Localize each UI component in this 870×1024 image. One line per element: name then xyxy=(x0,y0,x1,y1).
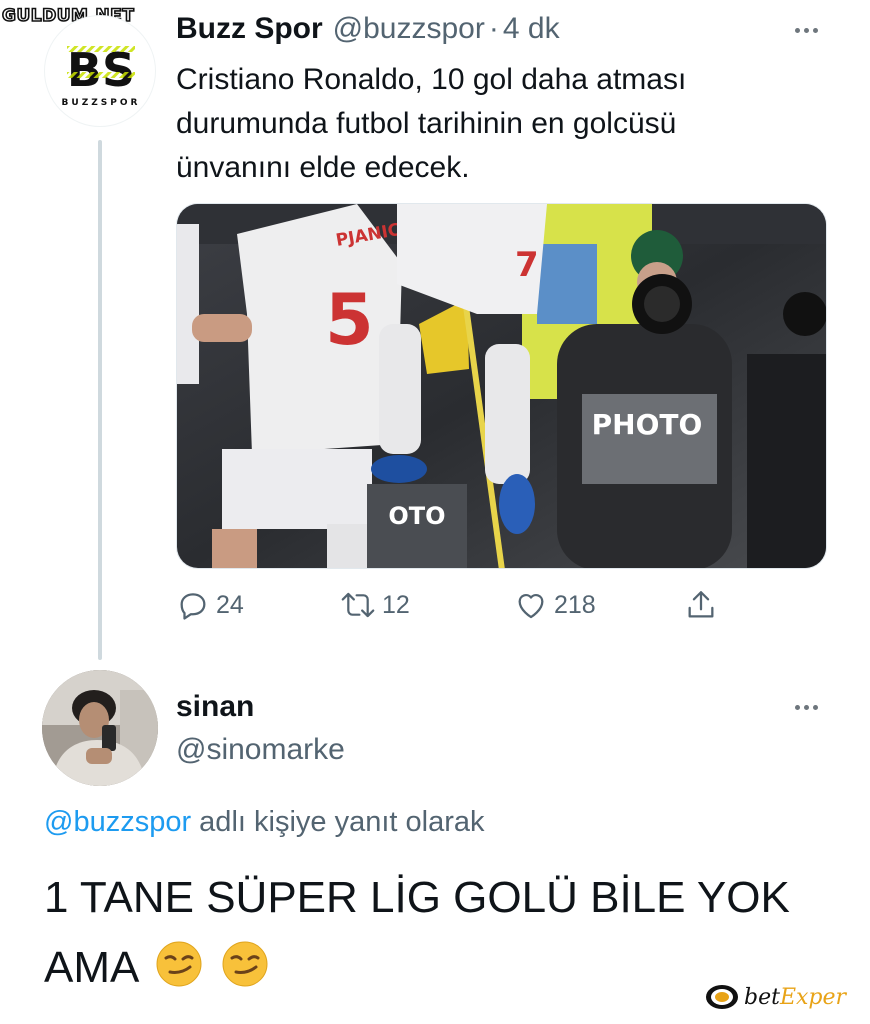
retweet-count: 12 xyxy=(382,590,410,619)
smirking-face-icon xyxy=(156,941,202,987)
jersey-number-right: 7 xyxy=(515,245,539,285)
replying-to-text: adlı kişiye yanıt olarak xyxy=(191,806,485,838)
like-icon[interactable] xyxy=(514,588,548,622)
jersey-number-left: 5 xyxy=(325,279,374,361)
tweet-actions: 24 12 218 xyxy=(176,588,736,626)
more-icon[interactable] xyxy=(795,28,818,33)
user-photo xyxy=(42,670,158,786)
reply-text: 1 TANE SÜPER LİG GOLÜ BİLE YOK AMA xyxy=(44,863,790,1003)
share-action[interactable] xyxy=(684,588,718,622)
reply-count: 24 xyxy=(216,590,244,619)
author-handle[interactable]: @buzzspor xyxy=(333,12,485,46)
brand-name: betExper xyxy=(744,985,846,1010)
reply-more-icon[interactable] xyxy=(795,705,818,710)
tweet-text-line: ünvanını elde edecek. xyxy=(176,151,470,184)
tweet-text: Cristiano Ronaldo, 10 gol daha atması du… xyxy=(176,58,816,190)
avatar-caption: BUZZSPOR xyxy=(62,98,141,108)
reply-author-handle[interactable]: @sinomarke xyxy=(176,733,345,767)
user-avatar[interactable] xyxy=(42,670,158,786)
tweet-text-line: Cristiano Ronaldo, 10 gol daha atması xyxy=(176,63,687,96)
retweet-action[interactable]: 12 xyxy=(340,588,410,622)
tweet-text-line: durumunda futbol tarihinin en golcüsü xyxy=(176,107,677,140)
vest-photo-label: PHOTO xyxy=(592,408,703,441)
like-action[interactable]: 218 xyxy=(514,588,596,622)
thread-connector-line xyxy=(98,140,102,660)
buzzspor-logo: BS BUZZSPOR xyxy=(62,43,141,108)
replying-to: @buzzspor adlı kişiye yanıt olarak xyxy=(44,806,484,839)
smirking-face-icon xyxy=(222,941,268,987)
vest-photo-label-2: OTO xyxy=(388,502,445,530)
chip-logo-icon xyxy=(706,985,738,1009)
tweet-header: Buzz Spor @buzzspor · 4 dk xyxy=(176,12,560,46)
brand-accent: Exper xyxy=(779,984,847,1010)
replying-to-mention[interactable]: @buzzspor xyxy=(44,806,191,838)
buzzspor-avatar[interactable]: BS BUZZSPOR xyxy=(44,15,156,127)
reply-author-name[interactable]: sinan xyxy=(176,690,254,724)
share-icon[interactable] xyxy=(684,588,718,622)
tweet-photo[interactable]: PHOTO PJANIC 5 7 OTO xyxy=(176,203,827,569)
brand-prefix: bet xyxy=(744,984,780,1010)
betexper-watermark: betExper xyxy=(704,982,846,1012)
football-photo-illustration: PHOTO PJANIC 5 7 OTO xyxy=(177,204,826,568)
reply-icon[interactable] xyxy=(176,588,210,622)
tweet-time[interactable]: 4 dk xyxy=(503,12,560,46)
separator-dot: · xyxy=(488,12,499,45)
like-count: 218 xyxy=(554,590,596,619)
reply-action[interactable]: 24 xyxy=(176,588,244,622)
reply-text-word: AMA xyxy=(44,943,137,992)
retweet-icon[interactable] xyxy=(340,588,376,622)
author-name[interactable]: Buzz Spor xyxy=(176,12,323,46)
reply-text-line-1: 1 TANE SÜPER LİG GOLÜ BİLE YOK xyxy=(44,873,790,922)
reply-text-line-2: AMA xyxy=(44,933,790,1003)
